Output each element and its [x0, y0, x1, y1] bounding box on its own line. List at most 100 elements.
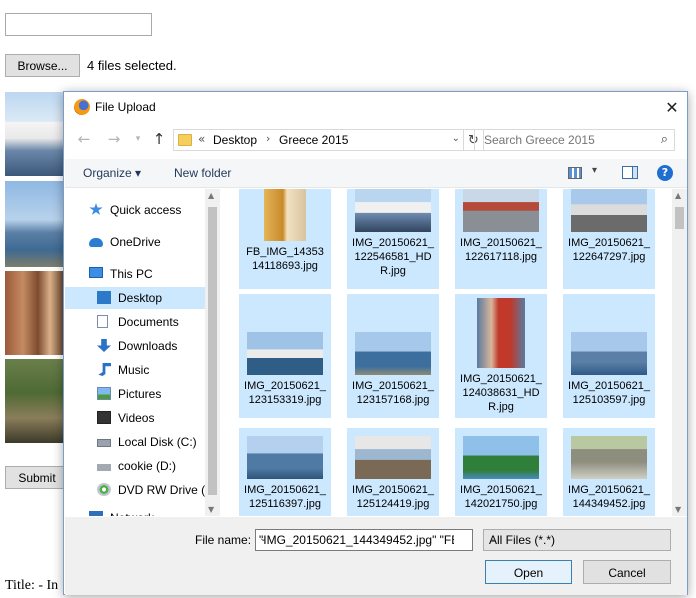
file-name-line: IMG_20150621_ — [568, 484, 650, 496]
sidebar-item-videos[interactable]: Videos — [65, 407, 205, 429]
file-name-line: IMG_20150621_ — [568, 237, 650, 249]
preview-pane-icon[interactable] — [622, 166, 638, 179]
file-list: FB_IMG_14353 14118693.jpg IMG_20150621_ 122… — [224, 189, 672, 516]
forward-arrow-icon[interactable]: → — [104, 128, 124, 150]
file-name-line: 144349452.jpg — [572, 498, 646, 510]
help-icon[interactable]: ? — [657, 165, 673, 181]
file-name-line: IMG_20150621_ — [460, 373, 542, 385]
network-icon — [89, 511, 103, 516]
sidebar-item-downloads[interactable]: Downloads — [65, 335, 205, 357]
file-item[interactable]: IMG_20150621_ 122647297.jpg — [563, 189, 655, 289]
submit-button[interactable]: Submit — [5, 466, 69, 489]
disk-icon — [97, 439, 111, 447]
file-name: IMG_20150621_ 122617118.jpg — [455, 236, 547, 264]
sidebar-item-dvd-rw-drive-e[interactable]: DVD RW Drive (E — [65, 479, 205, 501]
up-arrow-icon[interactable]: ↑ — [149, 128, 169, 150]
chevron-down-icon[interactable]: ⌄ — [489, 533, 665, 544]
file-item[interactable]: FB_IMG_14353 14118693.jpg — [239, 189, 331, 289]
file-item[interactable]: IMG_20150621_ 123157168.jpg — [347, 294, 439, 418]
file-name-line: IMG_20150621_ — [352, 484, 434, 496]
view-options-dropdown-icon[interactable]: ▾ — [592, 165, 597, 176]
file-name-line: FB_IMG_14353 — [246, 246, 324, 258]
breadcrumb-greece-2015[interactable]: Greece 2015 — [279, 133, 348, 147]
sidebar-item-label: Network — [110, 511, 154, 516]
desktop-icon — [97, 291, 111, 304]
file-item[interactable]: IMG_20150621_ 125124419.jpg — [347, 428, 439, 516]
organize-menu[interactable]: Organize ▾ — [83, 166, 141, 180]
file-name-line: IMG_20150621_ — [460, 484, 542, 496]
file-name-line: R.jpg — [380, 265, 406, 277]
file-item[interactable]: IMG_20150621_ 124038631_HD R.jpg — [455, 294, 547, 418]
music-icon — [98, 363, 111, 376]
sidebar-item-documents[interactable]: Documents — [65, 311, 205, 333]
breadcrumb-desktop[interactable]: Desktop — [213, 133, 257, 147]
file-name-line: IMG_20150621_ — [244, 380, 326, 392]
scroll-down-icon[interactable]: ▼ — [675, 505, 681, 514]
sidebar-item-pictures[interactable]: Pictures — [65, 383, 205, 405]
file-thumbnail — [355, 436, 431, 479]
file-item[interactable]: IMG_20150621_ 144349452.jpg — [563, 428, 655, 516]
file-name: IMG_20150621_ 123157168.jpg — [347, 379, 439, 407]
search-input[interactable] — [482, 131, 652, 149]
file-name-line: 122546581_HD — [354, 251, 432, 263]
files-selected-text: 4 files selected. — [87, 58, 177, 73]
file-item[interactable]: IMG_20150621_ 122546581_HD R.jpg — [347, 189, 439, 289]
sidebar-item-label: Desktop — [118, 291, 163, 305]
cancel-button[interactable]: Cancel — [583, 560, 671, 584]
file-list-scrollbar[interactable]: ▲ ▼ — [672, 189, 687, 516]
cancel-button-label: Cancel — [608, 566, 646, 580]
file-name: IMG_20150621_ 125103597.jpg — [563, 379, 655, 407]
browse-button[interactable]: Browse... — [5, 54, 80, 77]
open-button[interactable]: Open — [485, 560, 572, 584]
sidebar-item-label: Quick access — [110, 203, 182, 217]
chevron-down-icon[interactable]: ⌄ — [452, 133, 460, 144]
file-name-line: 14118693.jpg — [252, 260, 318, 272]
sidebar-item-cookie-d[interactable]: cookie (D:) — [65, 455, 205, 477]
scroll-down-icon[interactable]: ▼ — [208, 505, 214, 514]
address-bar[interactable]: « Desktop › Greece 2015 ⌄ — [173, 129, 464, 151]
dvd-icon — [97, 483, 111, 496]
change-view-icon[interactable] — [568, 167, 582, 179]
file-item[interactable]: IMG_20150621_ 125116397.jpg — [239, 428, 331, 516]
chevron-down-icon[interactable]: ⌄ — [259, 533, 454, 544]
sidebar-item-network[interactable]: Network — [65, 507, 205, 516]
file-name-label: File name: — [195, 533, 252, 547]
cloud-icon — [89, 238, 103, 247]
file-name-input[interactable]: "IMG_20150621_144349452.jpg" "FB_I ⌄ — [255, 529, 473, 551]
sidebar-item-quick-access[interactable]: Quick access — [65, 199, 205, 221]
file-name: IMG_20150621_ 124038631_HD R.jpg — [455, 372, 547, 414]
scroll-up-icon[interactable]: ▲ — [208, 191, 214, 200]
file-name-line: IMG_20150621_ — [568, 380, 650, 392]
dialog-footer: File name: "IMG_20150621_144349452.jpg" … — [65, 517, 687, 595]
sidebar-item-desktop[interactable]: Desktop — [65, 287, 205, 309]
file-thumbnail — [355, 189, 431, 232]
search-icon[interactable]: ⌕ — [661, 132, 668, 147]
file-item[interactable]: IMG_20150621_ 125103597.jpg — [563, 294, 655, 418]
close-button[interactable]: ✕ — [657, 92, 687, 122]
scroll-thumb[interactable] — [208, 207, 217, 495]
navigation-scrollbar[interactable]: ▲ ▼ — [205, 189, 220, 516]
back-arrow-icon[interactable]: ← — [74, 128, 94, 150]
sidebar-item-this-pc[interactable]: This PC — [65, 263, 205, 285]
chevron-right-icon[interactable]: › — [266, 132, 270, 145]
dialog-titlebar[interactable]: File Upload ✕ — [64, 92, 687, 122]
title-text: Title: - In — [5, 578, 59, 593]
file-name-line: IMG_20150621_ — [460, 237, 542, 249]
sidebar-item-onedrive[interactable]: OneDrive — [65, 231, 205, 253]
file-type-select[interactable]: All Files (*.*) ⌄ — [483, 529, 671, 551]
sidebar-item-local-disk-c[interactable]: Local Disk (C:) — [65, 431, 205, 453]
recent-locations-icon[interactable]: ▾ — [128, 128, 148, 150]
file-item[interactable]: IMG_20150621_ 123153319.jpg — [239, 294, 331, 418]
sidebar-item-music[interactable]: Music — [65, 359, 205, 381]
address-prefix[interactable]: « — [198, 132, 205, 146]
search-box[interactable]: ⌕ — [474, 129, 675, 151]
new-folder-button[interactable]: New folder — [174, 166, 231, 180]
scroll-thumb[interactable] — [675, 207, 684, 229]
file-thumbnail — [571, 332, 647, 375]
file-name: FB_IMG_14353 14118693.jpg — [239, 245, 331, 273]
sidebar-item-label: Pictures — [118, 387, 162, 401]
text-input[interactable] — [5, 13, 152, 36]
file-item[interactable]: IMG_20150621_ 142021750.jpg — [455, 428, 547, 516]
scroll-up-icon[interactable]: ▲ — [675, 191, 681, 200]
file-item[interactable]: IMG_20150621_ 122617118.jpg — [455, 189, 547, 289]
